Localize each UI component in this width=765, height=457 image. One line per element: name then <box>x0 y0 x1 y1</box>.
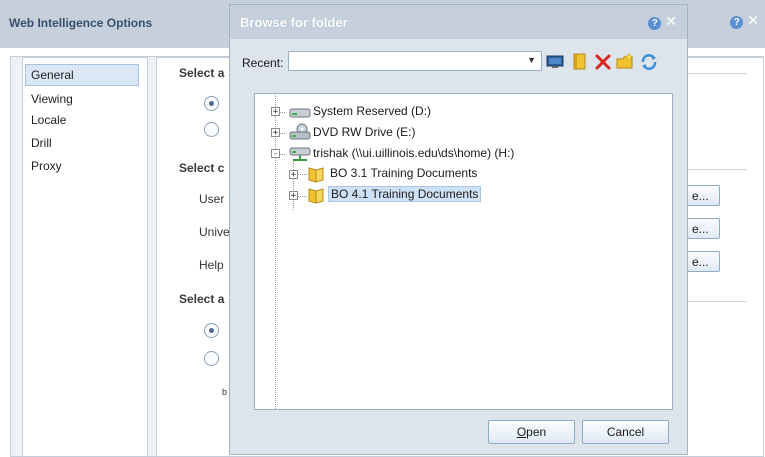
browse-button-universe[interactable]: e... <box>687 218 720 239</box>
tree-label: BO 3.1 Training Documents <box>330 166 478 180</box>
open-button[interactable]: Open <box>488 420 575 444</box>
wio-title: Web Intelligence Options <box>9 16 153 30</box>
dialog-title-bar[interactable]: Browse for folder ? ✕ <box>230 5 687 39</box>
network-drive-icon <box>289 147 311 161</box>
open-mnemonic: O <box>516 425 527 439</box>
tree-row[interactable]: - trishak (\\ui.uillinois.edu\ds\home) (… <box>255 144 655 164</box>
browse-button-user[interactable]: e... <box>687 185 720 206</box>
section-divider <box>687 169 747 170</box>
radio-option-2[interactable] <box>204 122 219 137</box>
tree-row[interactable]: + System Reserved (D:) <box>255 102 655 122</box>
row-label-help: Help <box>199 258 224 272</box>
nav-item-proxy[interactable]: Proxy <box>31 159 62 173</box>
row-label-universe: Unive <box>199 225 230 239</box>
folder-tree[interactable]: + System Reserved (D:) + DVD RW Drive (E… <box>254 93 673 410</box>
expand-icon[interactable]: + <box>289 170 298 180</box>
dvd-drive-icon <box>289 123 311 140</box>
expand-icon[interactable]: + <box>271 128 280 138</box>
delete-icon[interactable] <box>594 53 612 71</box>
tree-label: trishak (\\ui.uillinois.edu\ds\home) (H:… <box>313 146 515 160</box>
nav-item-locale[interactable]: Locale <box>31 113 66 127</box>
tree-row-selected[interactable]: + BO 4.1 Training Documents <box>255 185 655 205</box>
radio-option-1[interactable] <box>204 96 219 111</box>
tree-label: System Reserved (D:) <box>313 104 432 118</box>
section-heading-1: Select a <box>179 66 225 80</box>
section-heading-2: Select c <box>179 161 225 175</box>
nav-item-general[interactable]: General <box>31 68 74 82</box>
recent-dropdown[interactable]: ▼ <box>288 51 542 71</box>
radio-option-3[interactable] <box>204 323 219 338</box>
refresh-icon[interactable] <box>640 53 658 71</box>
close-icon[interactable]: ✕ <box>747 13 759 27</box>
section-divider <box>687 301 747 302</box>
nav-item-viewing[interactable]: Viewing <box>31 92 73 106</box>
chevron-down-icon[interactable]: ▼ <box>527 55 536 65</box>
cancel-button[interactable]: Cancel <box>582 420 669 444</box>
options-nav: General Viewing Locale Drill Proxy <box>22 57 148 457</box>
dialog-title: Browse for folder <box>240 15 348 30</box>
tree-row[interactable]: + BO 3.1 Training Documents <box>255 164 655 184</box>
tree-label: BO 4.1 Training Documents <box>328 186 482 202</box>
help-icon[interactable]: ? <box>730 16 744 29</box>
new-folder-icon[interactable] <box>616 53 634 71</box>
dialog-close-icon[interactable]: ✕ <box>665 14 677 28</box>
browse-folder-dialog: Browse for folder ? ✕ Recent: ▼ + System… <box>229 4 688 455</box>
folder-icon <box>308 188 324 204</box>
tree-label: DVD RW Drive (E:) <box>313 125 416 139</box>
expand-icon[interactable]: + <box>271 107 280 117</box>
folder-icon <box>308 167 324 183</box>
monitor-icon[interactable] <box>546 53 564 71</box>
hard-drive-icon <box>289 108 311 118</box>
expand-icon[interactable]: + <box>289 191 298 201</box>
book-icon[interactable] <box>570 53 588 71</box>
dialog-help-icon[interactable]: ? <box>648 17 662 30</box>
browse-button-help[interactable]: e... <box>687 251 720 272</box>
nav-item-drill[interactable]: Drill <box>31 136 52 150</box>
row-label-user: User <box>199 192 225 206</box>
recent-label: Recent: <box>242 56 284 70</box>
open-label-rest: pen <box>526 425 547 439</box>
small-label: b <box>222 387 228 397</box>
collapse-icon[interactable]: - <box>271 149 280 159</box>
radio-option-4[interactable] <box>204 351 219 366</box>
tree-row[interactable]: + DVD RW Drive (E:) <box>255 123 655 143</box>
section-heading-3: Select a <box>179 292 225 306</box>
section-divider <box>687 73 747 74</box>
